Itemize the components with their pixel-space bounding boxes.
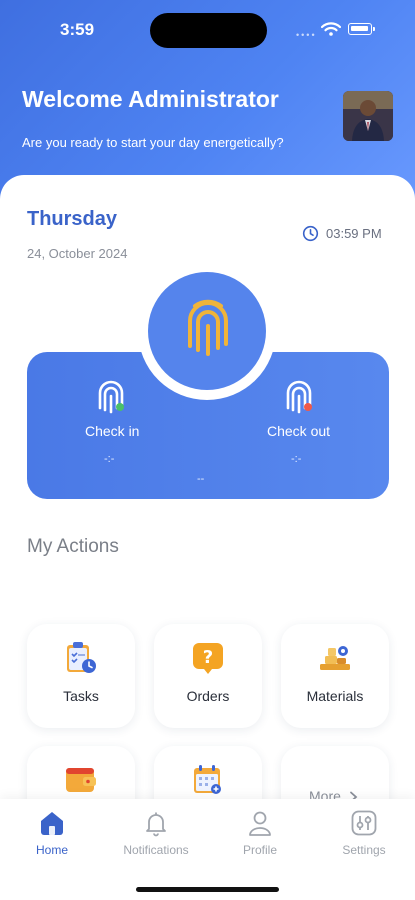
tasks-tile[interactable]: Tasks	[27, 624, 135, 728]
orders-icon: ?	[193, 643, 223, 674]
battery-tip	[373, 27, 375, 31]
tasks-label: Tasks	[63, 688, 99, 704]
nav-profile[interactable]: Profile	[208, 799, 312, 869]
nav-notifications[interactable]: Notifications	[104, 799, 208, 869]
date-label: 24, October 2024	[27, 246, 128, 261]
bell-icon	[146, 812, 166, 837]
status-bar: 3:59 ••••	[0, 0, 415, 60]
fingerprint-icon	[188, 299, 228, 356]
svg-text:?: ?	[203, 647, 213, 668]
current-time: 03:59 PM	[326, 226, 382, 241]
nav-settings[interactable]: Settings	[312, 799, 415, 869]
materials-tile[interactable]: Materials	[281, 624, 389, 728]
home-indicator[interactable]	[136, 887, 279, 892]
check-out-time: -:-	[291, 453, 302, 465]
check-in-fingerprint-icon[interactable]	[96, 378, 126, 414]
battery-icon	[348, 23, 372, 35]
clock-icon	[302, 225, 319, 242]
materials-label: Materials	[306, 688, 364, 704]
orders-label: Orders	[186, 688, 230, 704]
nav-profile-label: Profile	[242, 843, 277, 857]
nav-settings-label: Settings	[342, 843, 386, 857]
user-icon	[249, 811, 271, 836]
materials-icon	[320, 646, 350, 670]
check-in-time: -:-	[104, 453, 115, 465]
total-hours: --	[197, 473, 205, 485]
wallet-icon	[66, 768, 96, 792]
avatar-photo	[343, 91, 393, 141]
day-label: Thursday	[27, 208, 118, 230]
signal-icon: ••••	[296, 30, 317, 40]
check-out-label: Check out	[267, 423, 331, 439]
check-in-label: Check in	[85, 423, 140, 439]
avatar[interactable]	[343, 91, 393, 141]
status-time: 3:59	[60, 20, 95, 39]
welcome-subtitle: Are you ready to start your day energeti…	[22, 135, 284, 150]
dynamic-island	[150, 13, 267, 48]
home-icon	[41, 812, 63, 835]
nav-home-label: Home	[35, 843, 68, 857]
tasks-icon	[67, 642, 96, 673]
calendar-icon	[194, 765, 221, 794]
settings-icon	[351, 810, 377, 836]
welcome-title: Welcome Administrator	[22, 86, 279, 112]
nav-home[interactable]: Home	[0, 799, 104, 869]
wifi-icon	[321, 22, 341, 36]
orders-tile[interactable]: ? Orders	[154, 624, 262, 728]
check-out-fingerprint-icon[interactable]	[284, 378, 314, 414]
my-actions-title: My Actions	[27, 536, 119, 557]
nav-notifications-label: Notifications	[123, 843, 189, 857]
bottom-navigation: Home Notifications Profile Settings	[0, 799, 415, 900]
